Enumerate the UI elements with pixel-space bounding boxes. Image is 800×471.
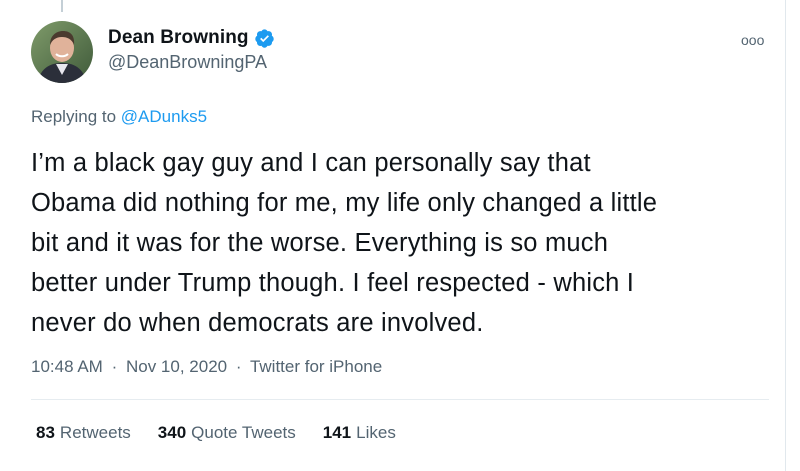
likes-count: 141 [322,423,352,442]
quote-tweets-count: 340 [157,423,187,442]
likes-label: Likes [356,423,396,442]
more-options-icon[interactable]: ooo [741,32,764,48]
tweet-time[interactable]: 10:48 AM [31,357,103,376]
avatar[interactable] [31,21,93,83]
replying-to: Replying to @ADunks5 [31,107,207,127]
replying-to-label: Replying to [31,107,121,126]
card-border [785,0,786,471]
tweet-text-line: Obama did nothing for me, my life only c… [31,189,658,217]
tweet-header: Dean Browning @DeanBrowningPA [31,21,275,83]
thread-connector-line [61,0,63,12]
divider [31,399,769,400]
likes-stat[interactable]: 141 Likes [323,423,396,443]
meta-separator: · [235,357,242,376]
tweet-text-line: I’m a black gay guy and I can personally… [31,149,591,177]
tweet-text-line: better under Trump though. I feel respec… [31,269,635,297]
tweet-source[interactable]: Twitter for iPhone [250,357,382,376]
tweet-text-line: never do when democrats are involved. [31,309,484,337]
display-name-row: Dean Browning [108,27,275,49]
retweets-count: 83 [36,423,55,442]
retweets-label: Retweets [59,423,131,442]
reply-mention-link[interactable]: @ADunks5 [121,107,207,126]
tweet-text-line: bit and it was for the worse. Everything… [31,229,609,257]
engagement-stats: 83 Retweets 340 Quote Tweets 141 Likes [36,423,423,443]
quote-tweets-stat[interactable]: 340 Quote Tweets [158,423,296,443]
tweet-text: I’m a black gay guy and I can personally… [31,143,776,343]
author-handle[interactable]: @DeanBrowningPA [108,52,275,73]
avatar-image [31,21,93,83]
meta-separator: · [111,357,118,376]
tweet-card: Dean Browning @DeanBrowningPA ooo Replyi… [0,0,800,471]
quote-tweets-label: Quote Tweets [191,423,296,442]
display-name[interactable]: Dean Browning [108,27,249,49]
retweets-stat[interactable]: 83 Retweets [36,423,131,443]
verified-badge-icon [254,28,275,49]
author-names: Dean Browning @DeanBrowningPA [108,27,275,73]
tweet-date[interactable]: Nov 10, 2020 [126,357,227,376]
tweet-metadata: 10:48 AM · Nov 10, 2020 · Twitter for iP… [31,357,382,377]
